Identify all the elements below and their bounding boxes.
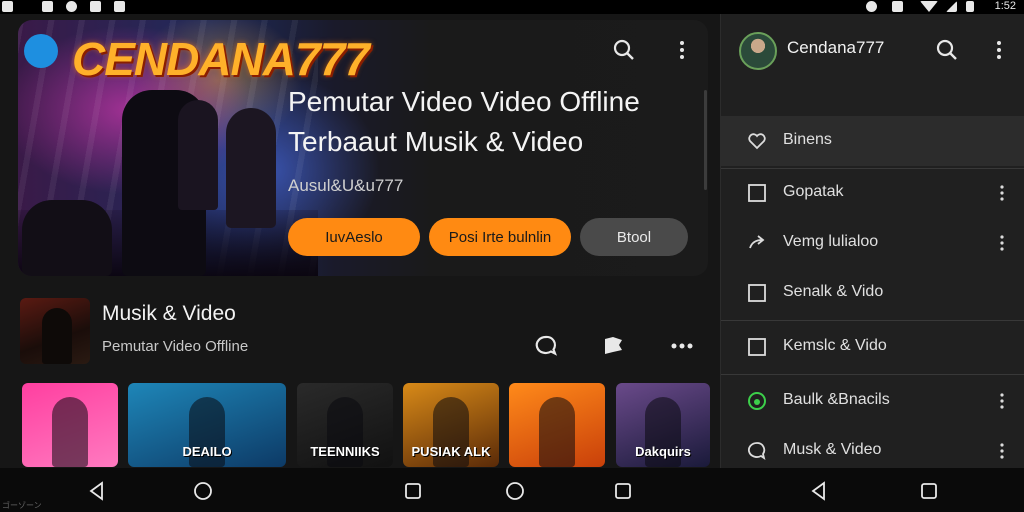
side-menu-item-label: Kemslc & Vido xyxy=(783,337,887,354)
divider xyxy=(721,320,1024,321)
phone-icon xyxy=(66,1,77,12)
avatar[interactable] xyxy=(739,32,777,70)
tertiary-button[interactable]: Btool xyxy=(580,218,688,256)
band-member-figure xyxy=(178,100,218,210)
card-label: DEAILO xyxy=(182,444,232,459)
flag-icon[interactable] xyxy=(600,332,628,360)
carrier-icon xyxy=(2,1,13,12)
side-menu-item-label: Gopatak xyxy=(783,183,844,200)
side-menu-item-label: Vemg lulialoo xyxy=(783,233,879,250)
side-panel: Cendana777 Binens Gopatak Vemg lulialoo Sen… xyxy=(720,14,1024,468)
more-horiz-icon[interactable] xyxy=(668,332,696,360)
side-menu-item[interactable]: Gopatak xyxy=(721,168,1024,218)
video-card[interactable]: PUSIAK ALK xyxy=(403,383,499,467)
back-icon[interactable] xyxy=(808,480,830,502)
vibrate-icon xyxy=(892,1,903,12)
guitarist-figure xyxy=(226,108,276,228)
more-vert-icon[interactable] xyxy=(997,441,1007,461)
wifi-icon xyxy=(920,1,938,12)
brand-logo: CENDANA777 xyxy=(72,33,370,85)
side-menu-item-label: Musk & Video xyxy=(783,441,882,458)
notification-icon xyxy=(42,1,53,12)
side-menu-item[interactable]: Baulk &Bnacils xyxy=(721,376,1024,426)
status-time: 1:52 xyxy=(994,0,1016,12)
square-icon xyxy=(748,284,766,302)
more-vert-icon[interactable] xyxy=(987,38,1011,62)
video-card[interactable]: TEENNIIKS xyxy=(297,383,393,467)
card-label: Dakquirs xyxy=(635,444,691,459)
card-artwork xyxy=(52,397,88,467)
comment-icon[interactable] xyxy=(532,332,560,360)
search-icon[interactable] xyxy=(612,38,636,62)
card-label: TEENNIIKS xyxy=(310,444,380,459)
search-icon[interactable] xyxy=(935,38,959,62)
recents-icon[interactable] xyxy=(918,480,940,502)
list-item-title[interactable]: Musik & Video xyxy=(102,302,236,326)
more-vert-icon[interactable] xyxy=(997,233,1007,253)
share-icon xyxy=(749,235,765,249)
recents-icon[interactable] xyxy=(612,480,634,502)
battery-icon xyxy=(966,1,974,12)
card-label: PUSIAK ALK xyxy=(411,444,491,459)
watermark: ゴーゾーン xyxy=(2,501,42,510)
side-menu-item-label: Binens xyxy=(783,131,832,148)
app-logo-badge xyxy=(24,34,58,68)
signal-icon xyxy=(946,1,957,12)
hero-headline: Pemutar Video Video Offline Terbaaut Mus… xyxy=(288,86,640,157)
home-icon[interactable] xyxy=(504,480,526,502)
more-vert-icon[interactable] xyxy=(997,183,1007,203)
list-item-subtitle: Pemutar Video Offline xyxy=(102,338,249,355)
primary-button[interactable]: IuvAeslo xyxy=(288,218,420,256)
chat-icon xyxy=(748,442,766,461)
divider xyxy=(721,168,1024,169)
side-menu-item-label: Senalk & Vido xyxy=(783,283,884,300)
secondary-button[interactable]: Posi Irte bulnlin xyxy=(429,218,571,256)
heart-outline-icon xyxy=(748,133,766,150)
side-menu-item[interactable]: Senalk & Vido xyxy=(721,268,1024,318)
card-artwork xyxy=(539,397,575,467)
side-menu-item[interactable]: Binens xyxy=(721,116,1024,166)
navigation-bar xyxy=(0,468,1024,512)
side-menu-item[interactable]: Kemslc & Vido xyxy=(721,322,1024,372)
hero-subtitle: Ausul&U&u777 xyxy=(288,176,404,195)
video-card[interactable]: Dakquirs xyxy=(616,383,710,467)
list-item-thumbnail[interactable] xyxy=(20,298,90,364)
status-bar: 1:52 xyxy=(0,0,1024,14)
hero-banner[interactable]: CENDANA777 Pemutar Video Video Offline T… xyxy=(18,20,708,276)
recents-icon[interactable] xyxy=(402,480,424,502)
back-icon[interactable] xyxy=(86,480,108,502)
square-icon xyxy=(748,338,766,356)
divider xyxy=(721,374,1024,375)
video-card[interactable] xyxy=(509,383,605,467)
side-menu-item-label: Baulk &Bnacils xyxy=(783,391,890,408)
video-card[interactable] xyxy=(22,383,118,467)
side-menu-item[interactable]: Vemg lulialoo xyxy=(721,218,1024,268)
more-vert-icon[interactable] xyxy=(670,38,694,62)
music-circle-icon xyxy=(748,392,766,410)
alarm-icon xyxy=(866,1,877,12)
crowd-figure xyxy=(22,200,112,276)
video-card[interactable]: DEAILO xyxy=(128,383,286,467)
scrollbar[interactable] xyxy=(704,90,707,190)
square-icon xyxy=(748,184,766,202)
panel-username[interactable]: Cendana777 xyxy=(787,38,884,58)
app-icon xyxy=(90,1,101,12)
app-icon xyxy=(114,1,125,12)
more-vert-icon[interactable] xyxy=(997,391,1007,411)
home-icon[interactable] xyxy=(192,480,214,502)
